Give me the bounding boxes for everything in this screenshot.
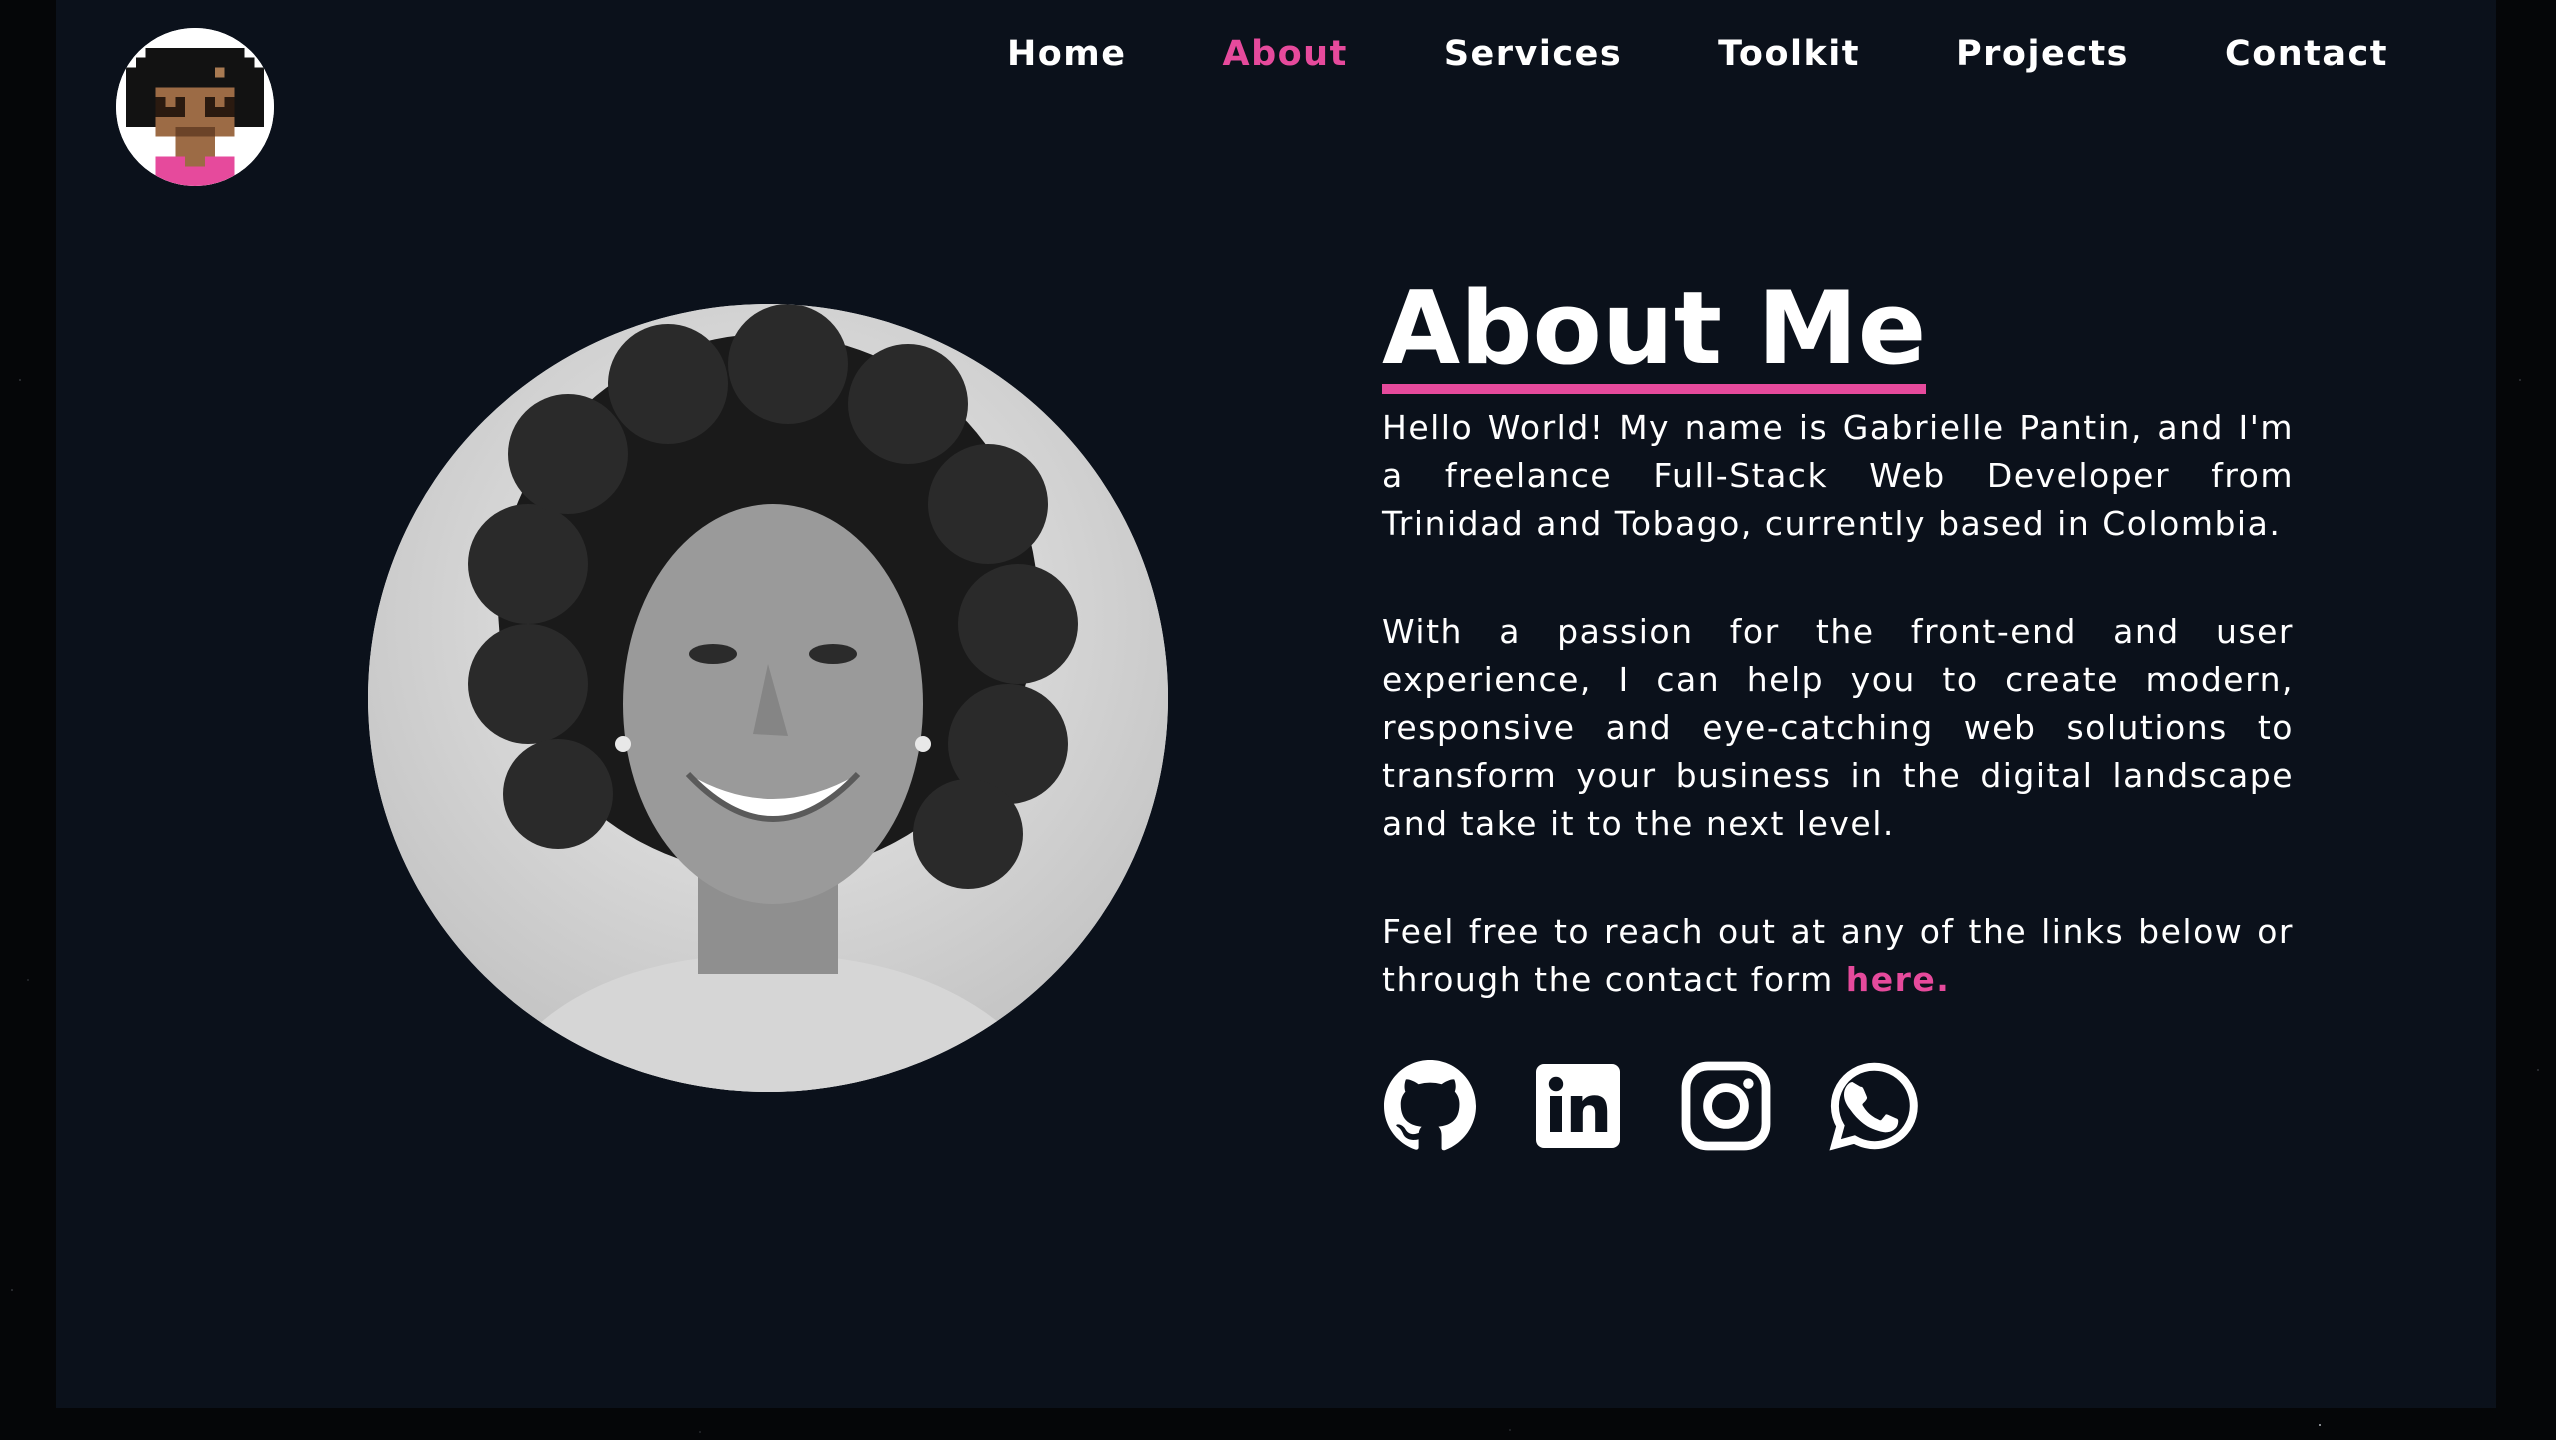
linkedin-link[interactable] <box>1530 1058 1626 1154</box>
about-paragraph-passion: With a passion for the front-end and use… <box>1382 612 2294 843</box>
nav-services[interactable]: Services <box>1444 30 1622 78</box>
github-link[interactable] <box>1382 1058 1478 1154</box>
nav-projects[interactable]: Projects <box>1956 30 2129 78</box>
instagram-link[interactable] <box>1678 1058 1774 1154</box>
whatsapp-link[interactable] <box>1826 1058 1922 1154</box>
contact-text: Feel free to reach out at any of the lin… <box>1382 912 2294 999</box>
profile-photo <box>368 304 1168 1092</box>
linkedin-icon <box>1536 1064 1620 1148</box>
about-paragraph-contact: Feel free to reach out at any of the lin… <box>1382 908 2294 1004</box>
github-icon <box>1384 1060 1476 1151</box>
nav-about[interactable]: About <box>1222 30 1347 78</box>
nav-contact[interactable]: Contact <box>2225 30 2388 78</box>
social-links <box>1382 1058 1922 1154</box>
about-section: About Me Hello World! My name is Gabriel… <box>1382 272 2294 1004</box>
instagram-icon <box>1681 1061 1771 1151</box>
about-paragraph-intro: Hello World! My name is Gabrielle Pantin… <box>1382 408 2294 543</box>
main-panel: Home About Services Toolkit Projects Con… <box>56 0 2496 1408</box>
page-title: About Me <box>1382 272 1927 394</box>
nav-home[interactable]: Home <box>1007 30 1127 78</box>
main-nav: Home About Services Toolkit Projects Con… <box>1007 30 2388 78</box>
contact-form-link[interactable]: here. <box>1846 960 1951 999</box>
whatsapp-icon <box>1829 1062 1918 1151</box>
pixel-avatar-icon <box>116 28 274 186</box>
nav-toolkit[interactable]: Toolkit <box>1718 30 1860 78</box>
site-logo[interactable] <box>116 28 274 186</box>
